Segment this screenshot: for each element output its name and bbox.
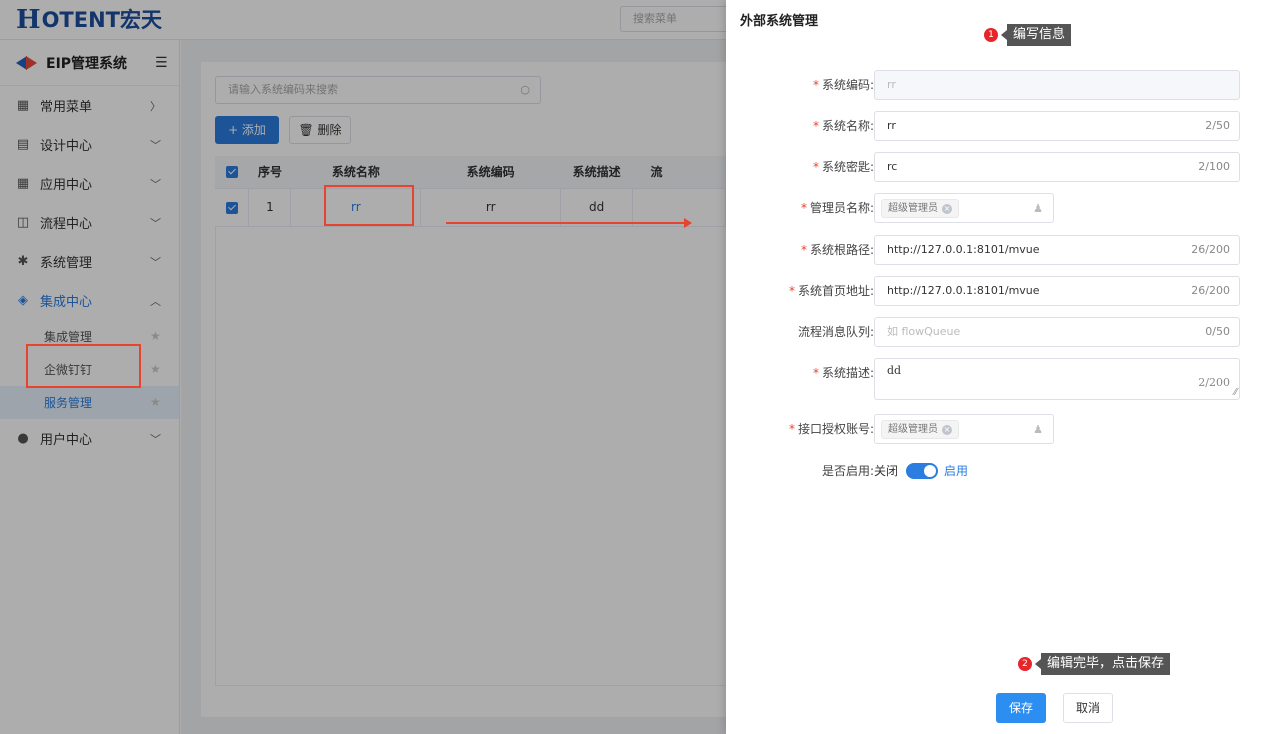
- form-row-home-url: * 系统首页地址: http://127.0.0.1:8101/mvue 26/2…: [726, 276, 1274, 306]
- system-desc-textarea[interactable]: dd 2/200 ⁄⁄: [874, 358, 1240, 400]
- form-row-system-code: * 系统编码: rr: [726, 70, 1274, 100]
- field-label: 是否启用:: [821, 464, 874, 478]
- user-icon[interactable]: ♟: [1033, 423, 1043, 436]
- field-label: * 系统编码:: [812, 78, 874, 92]
- tag-close-icon[interactable]: ×: [942, 425, 952, 435]
- form-row-api-account: * 接口授权账号: 超级管理员 × ♟: [726, 414, 1274, 444]
- form-row-system-secret: * 系统密匙: rc 2/100: [726, 152, 1274, 182]
- form-row-root-path: * 系统根路径: http://127.0.0.1:8101/mvue 26/20…: [726, 235, 1274, 265]
- switch-on-label: 启用: [944, 464, 969, 478]
- system-secret-input[interactable]: rc 2/100: [874, 152, 1240, 182]
- char-counter: 26/200: [1191, 243, 1230, 256]
- callout-step-2: 2 编辑完毕，点击保存: [1018, 653, 1171, 675]
- field-label: * 系统首页地址:: [788, 284, 874, 298]
- callout-text: 编写信息: [1007, 24, 1072, 46]
- char-counter: 26/200: [1191, 284, 1230, 297]
- field-label: 流程消息队列:: [797, 325, 874, 339]
- field-label: * 系统密匙:: [812, 160, 874, 174]
- annotation-highlight-box: [324, 185, 414, 226]
- system-name-input[interactable]: rr 2/50: [874, 111, 1240, 141]
- char-counter: 2/200: [1198, 376, 1230, 389]
- field-label: * 系统名称:: [812, 119, 874, 133]
- save-button[interactable]: 保存: [996, 693, 1046, 723]
- callout-text: 编辑完毕，点击保存: [1041, 653, 1171, 675]
- form-row-flow-queue: 流程消息队列: 如 flowQueue 0/50: [726, 317, 1274, 347]
- cancel-button[interactable]: 取消: [1063, 693, 1113, 723]
- form-row-system-desc: * 系统描述: dd 2/200 ⁄⁄: [726, 358, 1274, 400]
- home-url-input[interactable]: http://127.0.0.1:8101/mvue 26/200: [874, 276, 1240, 306]
- drawer-title: 外部系统管理: [740, 14, 819, 29]
- switch-off-label: 关闭: [874, 464, 899, 478]
- user-icon[interactable]: ♟: [1033, 202, 1043, 215]
- field-label: * 系统根路径:: [800, 243, 874, 257]
- flow-queue-input[interactable]: 如 flowQueue 0/50: [874, 317, 1240, 347]
- annotation-arrow: [446, 218, 692, 228]
- api-account-tag: 超级管理员 ×: [881, 420, 959, 439]
- enabled-toggle[interactable]: [906, 463, 938, 479]
- admin-tag: 超级管理员 ×: [881, 199, 959, 218]
- callout-step-1: 1 编写信息: [984, 24, 1072, 46]
- resize-handle-icon[interactable]: ⁄⁄: [1234, 389, 1237, 398]
- char-counter: 2/50: [1205, 119, 1230, 132]
- field-label: * 管理员名称:: [800, 201, 874, 215]
- step-number-badge: 1: [984, 28, 998, 42]
- field-label: * 接口授权账号:: [788, 422, 874, 436]
- external-system-drawer: 外部系统管理 * 系统编码: rr * 系统名称: rr 2/50 * 系统密匙: r…: [726, 0, 1274, 734]
- admin-name-selector[interactable]: 超级管理员 × ♟: [874, 193, 1054, 223]
- form-row-admin-name: * 管理员名称: 超级管理员 × ♟: [726, 193, 1274, 223]
- char-counter: 2/100: [1198, 160, 1230, 173]
- api-account-selector[interactable]: 超级管理员 × ♟: [874, 414, 1054, 444]
- system-code-input: rr: [874, 70, 1240, 100]
- step-number-badge: 2: [1018, 657, 1032, 671]
- root-path-input[interactable]: http://127.0.0.1:8101/mvue 26/200: [874, 235, 1240, 265]
- tag-close-icon[interactable]: ×: [942, 204, 952, 214]
- field-label: * 系统描述:: [812, 366, 874, 380]
- char-counter: 0/50: [1205, 325, 1230, 338]
- form-row-system-name: * 系统名称: rr 2/50: [726, 111, 1274, 141]
- annotation-highlight-box: [26, 344, 141, 388]
- form-row-enabled: 是否启用: 关闭 启用: [726, 456, 1274, 486]
